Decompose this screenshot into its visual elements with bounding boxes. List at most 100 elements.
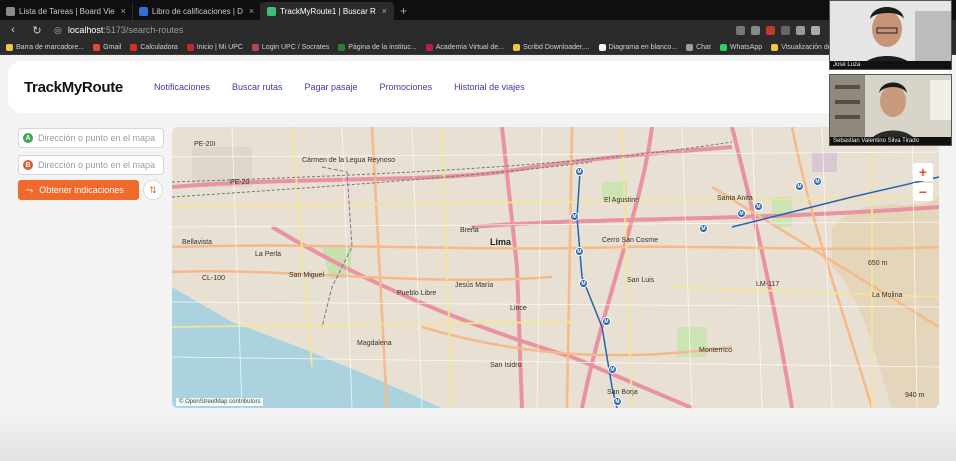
url-field[interactable]: ◎ localhost:5173/search-routes	[54, 25, 726, 36]
metro-station-icon[interactable]: M	[570, 212, 579, 221]
map-label: San Miguel	[289, 272, 325, 279]
participant-video	[830, 1, 951, 69]
extension-icon[interactable]	[766, 25, 775, 35]
metro-station-icon[interactable]: M	[699, 224, 708, 233]
road-label: CL-100	[202, 275, 225, 282]
close-tab-icon[interactable]: ×	[249, 6, 254, 16]
road-label: LM-117	[756, 281, 780, 288]
close-tab-icon[interactable]: ×	[121, 6, 126, 16]
reload-icon[interactable]: ↻	[30, 24, 44, 37]
route-icon: ⤳	[26, 184, 34, 195]
page-footer-area	[0, 410, 956, 461]
app-logo[interactable]: TrackMyRoute	[24, 79, 123, 96]
origin-field: A	[18, 128, 164, 148]
video-tile: Sebastian Valentino Silva Tirado	[829, 74, 952, 146]
origin-input[interactable]	[38, 133, 158, 143]
get-directions-button[interactable]: ⤳ Obtener indicaciones	[18, 180, 139, 200]
tab-title: Libro de calificaciones | D	[151, 6, 243, 16]
scribd-icon	[513, 43, 521, 51]
destination-input[interactable]	[38, 160, 158, 170]
map-label: Pueblo Libre	[397, 290, 437, 297]
bookmark-item[interactable]: WhatsApp	[719, 43, 762, 51]
nav-notificaciones[interactable]: Notificaciones	[154, 82, 210, 92]
map-label: Magdalena	[357, 340, 392, 347]
bookmarks-bar: Barra de marcadore... Gmail Calculadora …	[0, 40, 956, 55]
metro-station-icon[interactable]: M	[579, 279, 588, 288]
metro-station-icon[interactable]: M	[813, 177, 822, 186]
map-label: Cármen de la Legua Reynoso	[302, 157, 396, 164]
bookmark-item[interactable]: Chat	[686, 43, 711, 51]
map-label: Santa Anita	[717, 195, 753, 202]
bookmark-item[interactable]: Calculadora	[130, 43, 178, 51]
nav-pagar-pasaje[interactable]: Pagar pasaje	[305, 82, 358, 92]
app-header: TrackMyRoute Notificaciones Buscar rutas…	[8, 61, 948, 113]
bookmark-item[interactable]: Login UPC / Socrates	[251, 43, 329, 51]
bookmark-item[interactable]: Diagrama en blanco...	[598, 43, 677, 51]
map-label: Lima	[490, 237, 512, 247]
folder-icon	[6, 43, 13, 51]
site-icon	[338, 43, 346, 51]
new-tab-button[interactable]: +	[394, 2, 413, 20]
metro-station-icon[interactable]: M	[795, 182, 804, 191]
metro-station-icon[interactable]: M	[613, 397, 622, 406]
browser-tab[interactable]: Libro de calificaciones | D ×	[133, 2, 262, 20]
folder-icon	[771, 43, 779, 51]
site-info-icon[interactable]: ◎	[54, 25, 62, 36]
metro-station-icon[interactable]: M	[754, 202, 763, 211]
map-label: Cerro San Cosme	[602, 237, 659, 244]
map-label: El Agustino	[604, 197, 640, 204]
url-host: localhost	[67, 25, 104, 35]
back-icon[interactable]: ‹	[6, 24, 20, 36]
zoom-in-button[interactable]: +	[913, 163, 933, 181]
nav-historial-de-viajes[interactable]: Historial de viajes	[454, 82, 525, 92]
send-icon[interactable]	[796, 25, 805, 35]
bookmark-item[interactable]: Barra de marcadore...	[6, 43, 84, 51]
heart-icon[interactable]	[811, 25, 820, 35]
map[interactable]: M M M M M M M M M M M M Cármen de la Leg…	[172, 127, 939, 408]
browser-tab-active[interactable]: TrackMyRoute1 | Buscar R ×	[261, 2, 395, 20]
swap-locations-button[interactable]: ⇅	[143, 180, 163, 200]
origin-pin-icon: A	[23, 133, 33, 143]
bookmark-item[interactable]: Gmail	[93, 43, 121, 51]
metro-station-icon[interactable]: M	[575, 247, 584, 256]
metro-station-icon[interactable]: M	[737, 209, 746, 218]
map-label: La Perla	[255, 251, 282, 258]
metro-station-icon[interactable]: M	[602, 317, 611, 326]
participant-name: José Luza	[830, 61, 951, 69]
bookmark-item[interactable]: Scribd Downloader,...	[513, 43, 590, 51]
tab-favicon-icon	[138, 6, 148, 16]
nav-promociones[interactable]: Promociones	[380, 82, 433, 92]
close-tab-icon[interactable]: ×	[382, 6, 387, 16]
road-label: PE-20I	[194, 141, 216, 148]
participant-name: Sebastian Valentino Silva Tirado	[830, 137, 951, 145]
bookmark-item[interactable]: Academia Virtual de...	[425, 43, 504, 51]
browser-tab[interactable]: Lista de Tareas | Board Vie ×	[0, 2, 133, 20]
road-label: PE-20	[230, 179, 250, 186]
map-label: Lince	[510, 305, 527, 312]
destination-field: B	[18, 155, 164, 175]
browser-tab-bar: Lista de Tareas | Board Vie × Libro de c…	[0, 0, 956, 20]
metro-station-icon[interactable]: M	[575, 167, 584, 176]
participant-video	[830, 75, 951, 145]
bookmark-item[interactable]: Inicio | Mi UPC	[186, 43, 243, 51]
screen: Lista de Tareas | Board Vie × Libro de c…	[0, 0, 956, 461]
url-path: :5173/search-routes	[103, 25, 184, 35]
camera-icon[interactable]	[751, 25, 760, 35]
get-directions-label: Obtener indicaciones	[39, 185, 124, 195]
map-attribution[interactable]: © OpenStreetMap contributors	[176, 398, 264, 406]
academy-icon	[425, 43, 433, 51]
extension-icon[interactable]	[781, 25, 790, 35]
nav-buscar-rutas[interactable]: Buscar rutas	[232, 82, 283, 92]
upc-icon	[186, 43, 194, 51]
map-label: Bellavista	[182, 239, 212, 246]
map-label: La Molina	[872, 292, 903, 299]
zoom-out-button[interactable]: −	[913, 183, 933, 201]
calculator-icon	[130, 43, 138, 51]
metro-station-icon[interactable]: M	[608, 365, 617, 374]
gmail-icon	[93, 43, 101, 51]
elevation-label: 650 m	[868, 260, 888, 267]
bookmark-item[interactable]: Página de la instituc...	[338, 43, 417, 51]
elevation-label: 940 m	[905, 392, 925, 399]
extension-icon[interactable]	[736, 25, 745, 35]
map-label: Monterrico	[699, 347, 733, 354]
